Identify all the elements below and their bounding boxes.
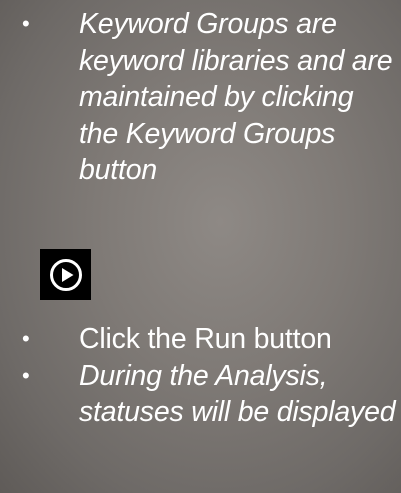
bullet-marker: • xyxy=(22,362,30,388)
run-button[interactable] xyxy=(40,249,91,300)
bottom-bullet-list: • Click the Run button • During the Anal… xyxy=(0,321,401,431)
slide: • Keyword Groups are keyword libraries a… xyxy=(0,0,401,493)
bullet-during-analysis: • During the Analysis, statuses will be … xyxy=(0,358,401,431)
bullet-text-click-run: Click the Run button xyxy=(79,323,332,355)
bullet-marker: • xyxy=(22,11,30,36)
play-circle-icon xyxy=(49,258,82,291)
bullet-keyword-groups: • Keyword Groups are keyword libraries a… xyxy=(0,6,401,189)
top-bullet-list: • Keyword Groups are keyword libraries a… xyxy=(0,6,401,189)
bullet-text-during-analysis: During the Analysis, statuses will be di… xyxy=(79,359,396,429)
bullet-text-keyword-groups: Keyword Groups are keyword libraries and… xyxy=(79,8,393,186)
bullet-click-run: • Click the Run button xyxy=(0,321,401,358)
bullet-marker: • xyxy=(22,326,30,351)
